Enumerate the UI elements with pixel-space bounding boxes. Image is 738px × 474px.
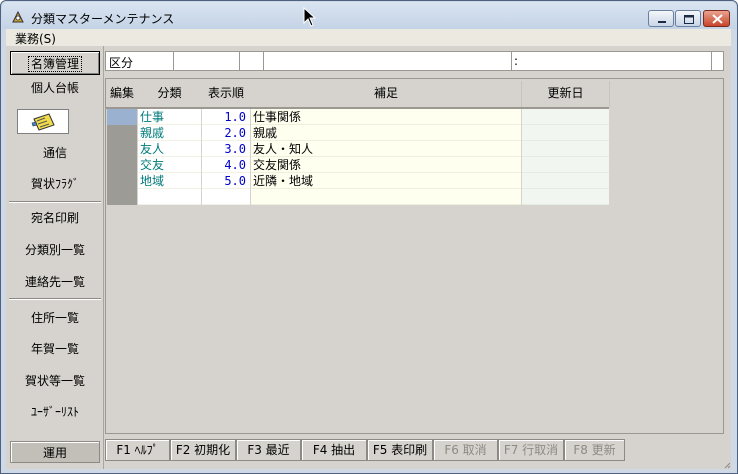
row-edit-marker[interactable]	[107, 141, 137, 157]
f3-recent-button[interactable]: F3 最近	[236, 439, 301, 461]
cell-name[interactable]: 交友	[138, 157, 201, 173]
sidebar-footer-unyo[interactable]: 運用	[10, 441, 100, 463]
sidebar-item-nenga-ichiran[interactable]: 年賀一覧	[10, 337, 100, 361]
cell-note[interactable]	[251, 189, 521, 205]
cell-name[interactable]: 仕事	[138, 109, 201, 125]
maximize-button[interactable]	[675, 10, 701, 27]
classification-grid: 編集 分類 表示順 補足 更新日 仕事 1.0 仕事関係 親戚 2.0 親戚 友…	[105, 78, 724, 434]
kubun-label-text: 区分	[109, 56, 134, 70]
f7-delete-row-button[interactable]: F7 行取消	[498, 439, 564, 461]
sidebar-item-bunrui-ichiran[interactable]: 分類別一覧	[10, 238, 100, 262]
sidebar-item-bunrui[interactable]	[17, 109, 69, 134]
cell-name[interactable]	[138, 189, 201, 205]
title-bar[interactable]: 分類マスターメンテナンス	[2, 2, 736, 29]
cell-order[interactable]: 4.0	[202, 157, 250, 173]
cell-note[interactable]: 近隣・地域	[251, 173, 521, 189]
function-key-bar: F1 ﾍﾙﾌﾟ F2 初期化 F3 最近 F4 抽出 F5 表印刷 F6 取消 …	[105, 439, 724, 463]
row-edit-marker[interactable]	[107, 173, 137, 189]
cell-note[interactable]: 友人・知人	[251, 141, 521, 157]
row-edit-marker[interactable]	[107, 125, 137, 141]
f6-cancel-button[interactable]: F6 取消	[433, 439, 498, 461]
f2-reset-button[interactable]: F2 初期化	[170, 439, 236, 461]
cell-note[interactable]: 親戚	[251, 125, 521, 141]
close-button[interactable]	[703, 10, 730, 27]
sidebar-item-label: 名簿管理	[27, 56, 82, 72]
column-header-name: 分類	[157, 86, 182, 100]
cell-order[interactable]: 5.0	[202, 173, 250, 189]
cell-order[interactable]: 1.0	[202, 109, 250, 125]
cell-date	[522, 173, 609, 189]
cell-name[interactable]: 親戚	[138, 125, 201, 141]
menu-bar: 業務(S)	[6, 29, 731, 46]
f5-print-table-button[interactable]: F5 表印刷	[367, 439, 433, 461]
sidebar-item-gajo-ichiran[interactable]: 賀状等一覧	[10, 369, 100, 393]
sidebar-item-jusho-ichiran[interactable]: 住所一覧	[10, 306, 100, 330]
cell-order[interactable]	[202, 189, 250, 205]
header-divider	[609, 81, 610, 107]
row-edit-marker[interactable]	[107, 109, 137, 125]
cell-date	[522, 189, 609, 205]
f8-update-button[interactable]: F8 更新	[564, 439, 625, 461]
maximize-icon	[684, 15, 694, 24]
kubun-colon: :	[514, 54, 519, 68]
sidebar-item-meibo[interactable]: 名簿管理	[10, 51, 100, 75]
classification-image-icon	[31, 113, 55, 131]
sidebar-item-kojin-daicho[interactable]: 個人台帳	[10, 76, 100, 100]
app-icon	[12, 10, 24, 23]
kubun-extra-field[interactable]	[524, 52, 712, 70]
sidebar-nav: 名簿管理 個人台帳 通信 賀状ﾌﾗｸﾞ 宛名印刷 分類別一覧 連絡先一覧 住所一…	[6, 46, 104, 469]
minimize-icon	[658, 21, 666, 23]
column-header-edit: 編集	[109, 86, 134, 100]
row-edit-marker[interactable]	[107, 157, 137, 173]
sidebar-divider	[9, 201, 101, 203]
close-icon	[712, 14, 723, 24]
sidebar-item-renrakusaki-ichiran[interactable]: 連絡先一覧	[10, 270, 100, 294]
f4-extract-button[interactable]: F4 抽出	[301, 439, 367, 461]
cell-name[interactable]: 友人	[138, 141, 201, 157]
kubun-name-field[interactable]	[264, 52, 512, 70]
sidebar-item-atena-insatsu[interactable]: 宛名印刷	[10, 206, 100, 230]
kubun-selector[interactable]: 区分 : 区分	[105, 51, 724, 71]
minimize-button[interactable]	[648, 10, 674, 27]
column-header-order: 表示順	[207, 86, 244, 100]
kubun-code-field[interactable]	[174, 52, 240, 70]
column-header-date: 更新日	[547, 86, 584, 100]
mouse-cursor-icon	[303, 7, 317, 27]
header-divider	[521, 81, 522, 107]
cell-note[interactable]: 交友関係	[251, 157, 521, 173]
cell-date	[522, 157, 609, 173]
window-title: 分類マスターメンテナンス	[31, 12, 175, 26]
sidebar-item-gajo-flag[interactable]: 賀状ﾌﾗｸﾞ	[10, 172, 100, 196]
cell-note[interactable]: 仕事関係	[251, 109, 521, 125]
cell-date	[522, 109, 609, 125]
sidebar-item-user-list[interactable]: ﾕｰｻﾞｰﾘｽﾄ	[10, 400, 100, 424]
cell-name[interactable]: 地域	[138, 173, 201, 189]
cell-order[interactable]: 3.0	[202, 141, 250, 157]
row-edit-marker[interactable]	[107, 189, 137, 205]
cell-date	[522, 141, 609, 157]
column-header-note: 補足	[373, 86, 398, 100]
f1-help-button[interactable]: F1 ﾍﾙﾌﾟ	[105, 439, 170, 461]
menu-item-gyomu[interactable]: 業務(S)	[15, 30, 56, 47]
kubun-spacer-field	[240, 52, 264, 70]
cell-order[interactable]: 2.0	[202, 125, 250, 141]
sidebar-item-tsushin[interactable]: 通信	[10, 141, 100, 165]
client-area: 名簿管理 個人台帳 通信 賀状ﾌﾗｸﾞ 宛名印刷 分類別一覧 連絡先一覧 住所一…	[6, 46, 731, 469]
sidebar-divider	[9, 298, 101, 300]
cell-date	[522, 125, 609, 141]
app-window: 分類マスターメンテナンス 業務(S) 名簿管理 個人台帳 通信 賀状ﾌﾗｸﾞ 宛…	[0, 0, 738, 474]
resize-grip-icon[interactable]	[724, 462, 731, 469]
